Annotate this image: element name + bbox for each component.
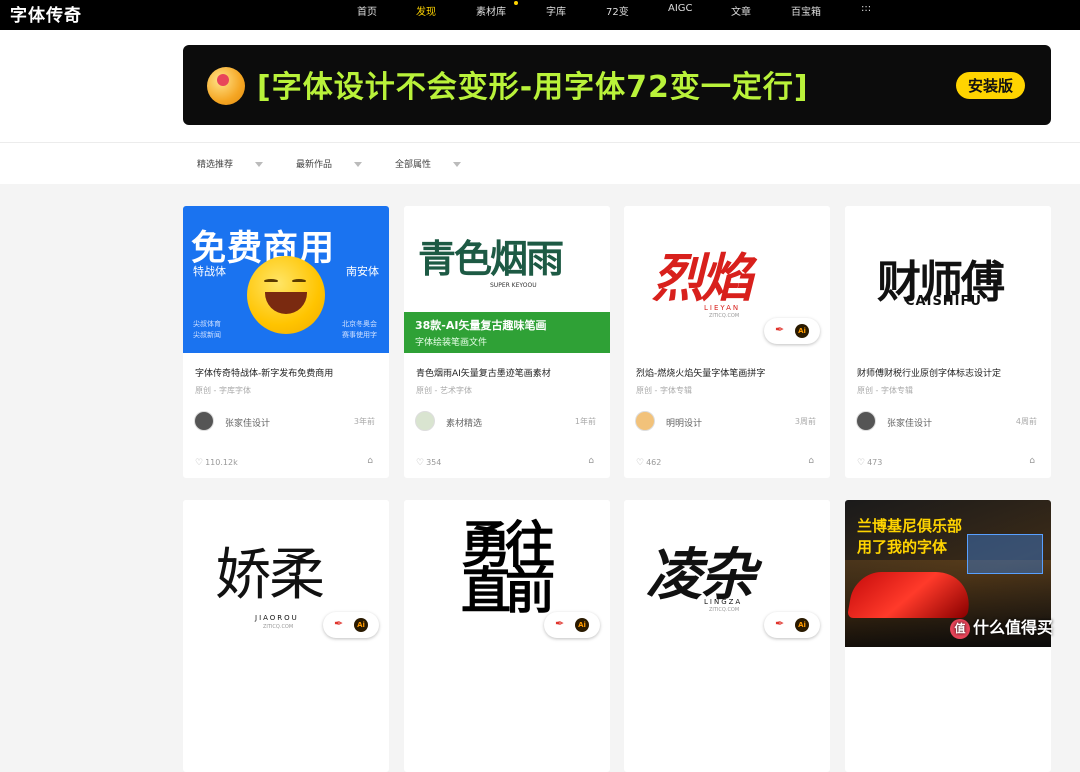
author-name[interactable]: 张家佳设计 (225, 416, 270, 429)
thumb-headline: 烈焰 (652, 249, 753, 309)
nav-more-icon[interactable]: ::: (861, 3, 871, 14)
ai-file-chip[interactable]: ✒ Ai (323, 612, 379, 638)
card-category: 原创 - 字体专辑 (636, 386, 692, 395)
nav-item-articles[interactable]: 文章 (731, 3, 751, 18)
card-title[interactable]: 烈焰-燃烧火焰矢量字体笔画拼字 (636, 366, 765, 379)
work-card[interactable]: 烈焰 LIEYAN ZITICQ.COM ✒ Ai 烈焰-燃烧火焰矢量字体笔画拼字… (624, 206, 830, 478)
chevron-down-icon (255, 162, 264, 167)
card-category: 原创 - 艺术字体 (416, 386, 472, 395)
filter-latest[interactable]: 最新作品 (296, 157, 363, 170)
bookmark-icon[interactable]: ⌂ (588, 456, 594, 466)
ai-file-chip[interactable]: ✒ Ai (764, 612, 820, 638)
watermark: 值什么值得买 (950, 614, 1053, 639)
post-time: 3年前 (353, 417, 375, 426)
ai-format-icon: Ai (354, 618, 368, 632)
pen-tool-icon: ✒ (775, 323, 785, 336)
avatar[interactable] (194, 411, 214, 431)
bookmark-icon[interactable]: ⌂ (367, 456, 373, 466)
work-card[interactable]: 青色烟雨 SUPER KEYOOU 38款-AI矢量复古趣味笔画 字体绘装笔画文… (404, 206, 610, 478)
nav-item-fonts[interactable]: 字库 (546, 3, 566, 18)
screen-image (967, 534, 1043, 574)
bookmark-icon[interactable]: ⌂ (808, 456, 814, 466)
thumb-headline: 兰博基尼俱乐部 (857, 517, 963, 535)
bookmark-icon[interactable]: ⌂ (1029, 456, 1035, 466)
pen-tool-icon: ✒ (775, 617, 785, 630)
card-thumbnail[interactable]: 烈焰 LIEYAN ZITICQ.COM ✒ Ai (624, 206, 830, 353)
work-card[interactable]: 娇柔 JIAOROU ZITICQ.COM ✒ Ai (183, 500, 389, 772)
new-badge-dot (514, 1, 518, 5)
heart-icon: ♡ (857, 458, 866, 468)
card-thumbnail[interactable]: 免费商用 特战体 南安体 尖叔体育 尖叔新闻 北京冬奥会 赛事使用字 (183, 206, 389, 353)
card-thumbnail[interactable]: 娇柔 JIAOROU ZITICQ.COM ✒ Ai (183, 500, 389, 647)
card-title[interactable]: 财师傅财税行业原创字体标志设计定 (857, 366, 1001, 379)
heart-icon: ♡ (636, 458, 645, 468)
card-thumbnail[interactable]: 勇往直前 ✒ Ai (404, 500, 610, 647)
filter-bar: 精选推荐 最新作品 全部属性 (0, 142, 1080, 184)
like-count[interactable]: ♡ 473 (857, 458, 882, 468)
card-thumbnail[interactable]: 青色烟雨 SUPER KEYOOU 38款-AI矢量复古趣味笔画 字体绘装笔画文… (404, 206, 610, 353)
avatar[interactable] (415, 411, 435, 431)
nav-item-72[interactable]: 72变 (606, 3, 629, 18)
nav-item-toolbox[interactable]: 百宝箱 (791, 3, 821, 18)
thumb-headline: 娇柔 (215, 543, 325, 608)
work-card[interactable]: 凌杂 LINGZA ZITICQ.COM ✒ Ai (624, 500, 830, 772)
nav-item-materials[interactable]: 素材库 (476, 3, 506, 18)
author-name[interactable]: 素材精选 (446, 416, 482, 429)
top-nav-bar: 字体传奇 首页 发现 素材库 字库 72变 AIGC 文章 百宝箱 ::: (0, 0, 1080, 30)
post-time: 4周前 (1015, 417, 1037, 426)
post-time: 3周前 (794, 417, 816, 426)
ai-file-chip[interactable]: ✒ Ai (544, 612, 600, 638)
smzdm-logo-icon: 值 (950, 618, 970, 639)
pen-tool-icon: ✒ (555, 617, 565, 630)
thumb-subheadline: 用了我的字体 (857, 538, 948, 556)
nav-item-discover[interactable]: 发现 (416, 3, 436, 18)
chevron-down-icon (354, 162, 363, 167)
avatar[interactable] (856, 411, 876, 431)
laughing-emoji-icon (247, 256, 325, 334)
hero-section: [字体设计不会变形-用字体72变一定行] 安装版 (0, 30, 1080, 142)
card-thumbnail[interactable]: 凌杂 LINGZA ZITICQ.COM ✒ Ai (624, 500, 830, 647)
avatar[interactable] (635, 411, 655, 431)
card-title[interactable]: 青色烟雨AI矢量复古墨迹笔画素材 (416, 366, 551, 379)
thumb-label: 特战体 (193, 265, 226, 278)
card-category: 原创 - 字库字体 (195, 386, 251, 395)
ai-format-icon: Ai (575, 618, 589, 632)
kiss-emoji-icon (207, 67, 245, 105)
thumb-headline: 青色烟雨 (418, 237, 564, 281)
nav-item-aigc[interactable]: AIGC (668, 3, 693, 14)
caption-band: 38款-AI矢量复古趣味笔画 字体绘装笔画文件 (404, 312, 610, 353)
work-card[interactable]: 财师傅 CAISHIFU 财师傅财税行业原创字体标志设计定 原创 - 字体专辑 … (845, 206, 1051, 478)
card-thumbnail[interactable]: 财师傅 CAISHIFU (845, 206, 1051, 353)
like-count[interactable]: ♡ 110.12k (195, 458, 238, 468)
work-card[interactable]: 勇往直前 ✒ Ai (404, 500, 610, 772)
heart-icon: ♡ (416, 458, 425, 468)
promo-banner[interactable]: [字体设计不会变形-用字体72变一定行] 安装版 (183, 45, 1051, 125)
card-category: 原创 - 字体专辑 (857, 386, 913, 395)
author-name[interactable]: 明明设计 (666, 416, 702, 429)
thumb-label: 南安体 (346, 265, 379, 278)
ai-file-chip[interactable]: ✒ Ai (764, 318, 820, 344)
post-time: 1年前 (574, 417, 596, 426)
filter-featured[interactable]: 精选推荐 (197, 157, 264, 170)
work-card[interactable]: 免费商用 特战体 南安体 尖叔体育 尖叔新闻 北京冬奥会 赛事使用字 字体传奇特… (183, 206, 389, 478)
nav-item-home[interactable]: 首页 (357, 3, 377, 18)
card-title[interactable]: 字体传奇特战体-新字发布免费商用 (195, 366, 333, 379)
thumb-headline: 勇往直前 (461, 516, 555, 620)
ai-format-icon: Ai (795, 618, 809, 632)
ai-format-icon: Ai (795, 324, 809, 338)
install-button[interactable]: 安装版 (955, 72, 1025, 99)
author-name[interactable]: 张家佳设计 (887, 416, 932, 429)
pen-tool-icon: ✒ (334, 617, 344, 630)
site-logo[interactable]: 字体传奇 (10, 1, 82, 26)
like-count[interactable]: ♡ 354 (416, 458, 441, 468)
sports-car-image (846, 572, 976, 618)
heart-icon: ♡ (195, 458, 204, 468)
banner-text: [字体设计不会变形-用字体72变一定行] (257, 70, 809, 105)
chevron-down-icon (453, 162, 462, 167)
like-count[interactable]: ♡ 462 (636, 458, 661, 468)
filter-attributes[interactable]: 全部属性 (395, 157, 462, 170)
